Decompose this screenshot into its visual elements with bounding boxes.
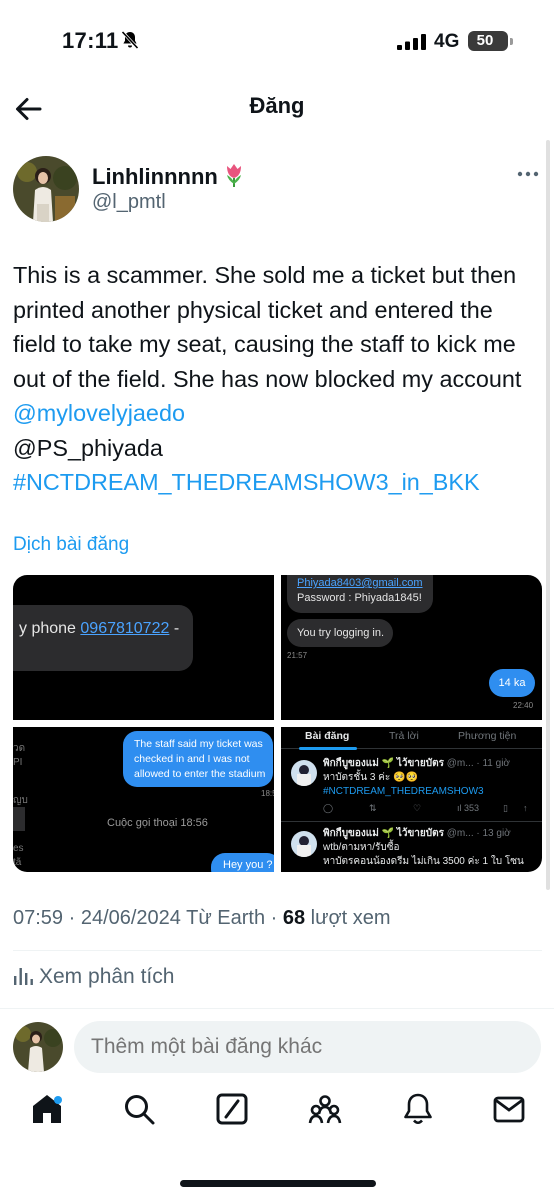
notifications-icon[interactable] [401, 1092, 435, 1126]
chat-bubble: You try logging in. [287, 619, 393, 647]
media-image-1[interactable]: y phone 0967810722 - [13, 575, 274, 720]
mini-meta: @m... · 13 giờ [446, 828, 511, 839]
side-text: es [13, 843, 24, 854]
tab-posts: Bài đăng [305, 730, 350, 742]
chat-text-suffix: - [169, 620, 180, 637]
tab-replies: Trả lời [389, 730, 419, 742]
chat-text: 14 ka [498, 677, 526, 689]
mini-text: หาบัตรชั้น 3 ค่ะ 🥺🥺 [323, 772, 418, 783]
chat-bubble: The staff said my ticket was checked in … [123, 731, 273, 787]
mini-views: 353 [464, 803, 480, 813]
chat-text: y phone [19, 620, 81, 637]
side-text: tã [13, 857, 22, 868]
battery-level: 50 [476, 32, 494, 49]
side-text: PI [13, 757, 23, 768]
display-name[interactable]: Linhlinnnnn [92, 162, 246, 190]
battery-icon: 50 [468, 31, 508, 51]
chat-bubble: Phiyada8403@gmail.com Password : Phiyada… [287, 575, 433, 613]
post-timestamp: 07:59 · 24/06/2024 Từ Earth · [13, 907, 283, 929]
reply-input[interactable] [74, 1021, 541, 1073]
mention-link[interactable]: @mylovelyjaedo [13, 400, 185, 426]
chat-bubble: y phone 0967810722 - [13, 605, 193, 671]
mini-name: พิกกี้บูของแม่ 🌱 ไว้ขายบัตร [323, 828, 444, 839]
mini-text: wtb/ตามหา/รับซื้อ [323, 842, 400, 853]
chat-bubble: 14 ka [489, 669, 535, 697]
battery-tip [510, 38, 513, 45]
timestamp: 22:40 [513, 701, 534, 710]
mini-actions: ◯ ⇅ ♡ ıl 353 ▯ ↑ [323, 803, 528, 813]
home-indicator [180, 1180, 376, 1187]
notification-dot [54, 1096, 62, 1104]
post-meta: 07:59 · 24/06/2024 Từ Earth · 68 lượt xe… [13, 907, 391, 930]
media-grid: y phone 0967810722 - Phiyada8403@gmail.c… [13, 575, 542, 872]
more-options-icon[interactable] [517, 168, 539, 180]
divider [13, 950, 542, 951]
chat-bubble: Hey you ? [211, 853, 274, 872]
avatar[interactable] [13, 156, 79, 222]
handle: @l_pmtl [92, 191, 166, 213]
post-body: This is a scammer. She sold me a ticket … [13, 262, 522, 392]
chat-text: The staff said my ticket was checked in … [134, 738, 266, 780]
header: Đăng [0, 78, 554, 138]
chat-text: Hey you ? [223, 859, 273, 871]
mini-text: หาบัตรคอนน้องดรีม ไม่เกิน 3500 ค่ะ 1 ใบ … [323, 856, 524, 867]
views-label: lượt xem [305, 907, 391, 929]
tab-media: Phương tiện [458, 730, 517, 742]
mini-name: พิกกี้บูของแม่ 🌱 ไว้ขายบัตร [323, 758, 444, 769]
side-text: วด [13, 743, 26, 754]
chat-text: You try logging in. [297, 627, 385, 639]
view-analytics-link[interactable]: Xem phân tích [13, 965, 174, 989]
page-title: Đăng [249, 93, 305, 118]
status-time: 17:11 [62, 28, 119, 53]
divider [0, 1008, 554, 1009]
bell-off-icon [121, 30, 139, 50]
reply-avatar [13, 1022, 63, 1072]
translate-link[interactable]: Dịch bài đăng [13, 534, 129, 556]
communities-icon[interactable] [308, 1092, 342, 1126]
scrollbar[interactable] [546, 140, 550, 890]
display-name-text: Linhlinnnnn [92, 164, 218, 189]
analytics-label: Xem phân tích [39, 965, 175, 988]
media-image-3[interactable]: วด PI ญบ es tã The staff said my ticket … [13, 727, 274, 872]
hashtag-link[interactable]: #NCTDREAM_THEDREAMSHOW3_in_BKK [13, 469, 480, 495]
email-link: Phiyada8403@gmail.com [297, 577, 423, 589]
media-image-4[interactable]: Bài đăng Trả lời Phương tiện พิกกี้บูของ… [281, 727, 542, 872]
signal-icon [397, 34, 426, 50]
bottom-nav [0, 1092, 554, 1146]
messages-icon[interactable] [492, 1092, 526, 1126]
call-log: Cuộc gọi thoại 18:56 [107, 817, 208, 829]
network-label: 4G [434, 31, 460, 52]
mini-hashtag: #NCTDREAM_THEDREAMSHOW3 [323, 786, 484, 797]
grok-icon[interactable] [215, 1092, 249, 1126]
tulip-icon [226, 164, 241, 187]
views-count: 68 [282, 907, 306, 929]
mini-avatar [291, 760, 317, 786]
side-text: ญบ [13, 795, 28, 806]
mini-avatar [291, 831, 317, 857]
timestamp: 18:5 [261, 789, 274, 798]
timestamp: 21:57 [287, 651, 308, 660]
mini-meta: @m... · 11 giờ [446, 758, 510, 769]
media-image-2[interactable]: Phiyada8403@gmail.com Password : Phiyada… [281, 575, 542, 720]
mention-text[interactable]: @PS_phiyada [13, 435, 163, 461]
analytics-icon [14, 968, 33, 985]
post-text: This is a scammer. She sold me a ticket … [13, 258, 538, 500]
status-bar: 17:11 4G 50 [0, 0, 554, 78]
search-icon[interactable] [122, 1092, 156, 1126]
password-text: Password : Phiyada1845! [297, 592, 422, 604]
phone-link: 0967810722 [80, 620, 170, 637]
